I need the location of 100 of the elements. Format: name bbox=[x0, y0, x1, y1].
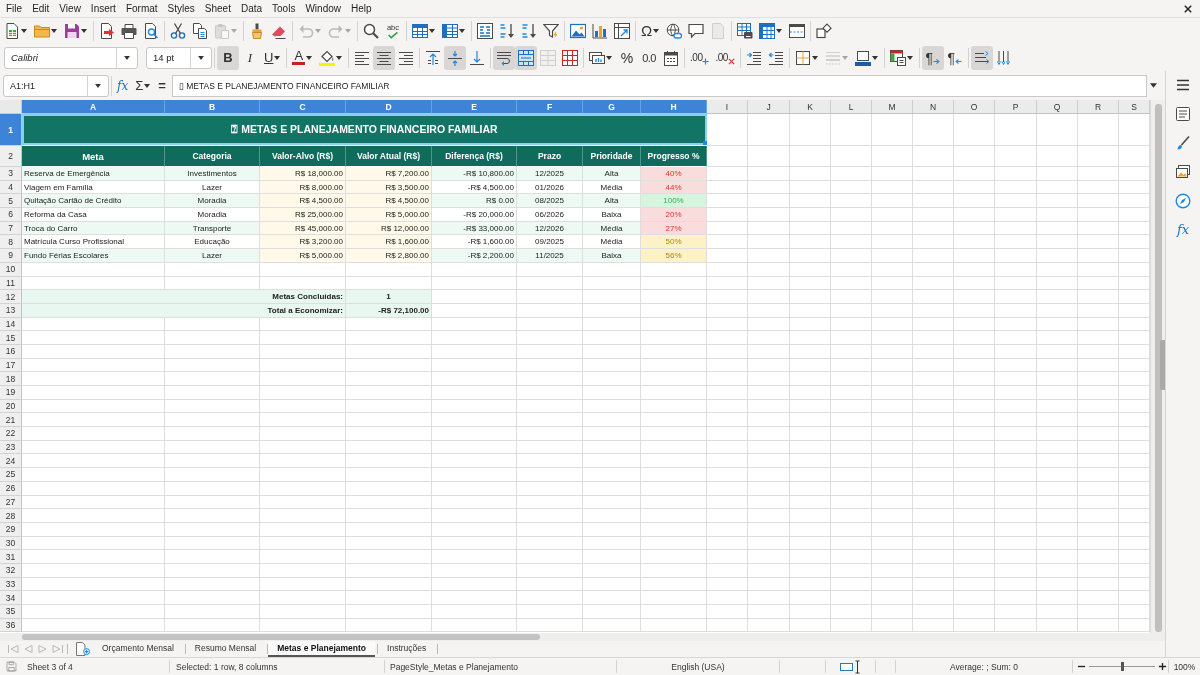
column-header[interactable]: A bbox=[22, 100, 165, 114]
row-header[interactable]: 18 bbox=[0, 372, 22, 386]
scrollbar-thumb[interactable] bbox=[22, 634, 540, 640]
arrow-left-icon bbox=[955, 57, 963, 65]
row-header[interactable]: 15 bbox=[0, 331, 22, 345]
menu-item[interactable]: Sheet bbox=[199, 1, 236, 16]
row-header[interactable]: 19 bbox=[0, 386, 22, 400]
column-header[interactable]: G bbox=[583, 100, 641, 114]
row-header[interactable]: 12 bbox=[0, 290, 22, 304]
column-header[interactable]: J bbox=[748, 100, 790, 114]
menu-item[interactable]: Format bbox=[120, 1, 163, 16]
text-direction-button[interactable] bbox=[970, 45, 993, 70]
name-box-field[interactable]: A1:H1 bbox=[3, 74, 109, 97]
right-to-left-button[interactable]: ¶ bbox=[943, 45, 966, 70]
function-wizard-button[interactable]: fx bbox=[114, 74, 133, 97]
percent-button[interactable]: % bbox=[616, 45, 639, 70]
add-decimal-button[interactable]: .00 bbox=[687, 45, 713, 70]
column-header[interactable]: K bbox=[790, 100, 831, 114]
font-name-field[interactable]: Calibri bbox=[4, 46, 138, 69]
properties-icon[interactable] bbox=[1175, 106, 1191, 122]
functions-button[interactable]: fx bbox=[1176, 222, 1190, 238]
left-to-right-button[interactable]: ¶ bbox=[921, 45, 944, 70]
column-header[interactable]: L bbox=[831, 100, 872, 114]
row-header[interactable]: 8 bbox=[0, 235, 22, 250]
plus-icon bbox=[702, 57, 710, 65]
caret-icon bbox=[274, 55, 281, 60]
italic-button[interactable]: I bbox=[239, 45, 261, 70]
sheet-tab[interactable]: Resumo Mensal bbox=[185, 641, 266, 657]
table-cell: Investimentos bbox=[165, 167, 260, 181]
column-header[interactable]: D bbox=[346, 100, 432, 114]
slider-thumb[interactable] bbox=[1121, 662, 1124, 671]
sheet-tab[interactable]: Orçamento Mensal bbox=[93, 641, 183, 657]
delete-decimal-button[interactable]: .00 bbox=[712, 45, 738, 70]
row-header[interactable]: 22 bbox=[0, 427, 22, 441]
column-header[interactable]: R bbox=[1078, 100, 1119, 114]
menu-item[interactable]: Window bbox=[300, 1, 346, 16]
menu-item[interactable]: Tools bbox=[267, 1, 301, 16]
column-header[interactable]: N bbox=[913, 100, 954, 114]
row-header[interactable]: 21 bbox=[0, 413, 22, 428]
caret-icon[interactable] bbox=[1150, 83, 1157, 88]
column-header[interactable]: Q bbox=[1037, 100, 1078, 114]
row-header[interactable]: 9 bbox=[0, 249, 22, 263]
font-size-field[interactable]: 14 pt bbox=[146, 46, 212, 69]
column-header[interactable]: O bbox=[954, 100, 995, 114]
table-printer-icon bbox=[737, 23, 754, 39]
close-icon[interactable] bbox=[1184, 4, 1192, 13]
align-center-button[interactable] bbox=[373, 45, 396, 70]
page-plus-icon[interactable] bbox=[74, 642, 90, 656]
sheet-tab[interactable]: Instruções bbox=[378, 641, 436, 657]
page-icon bbox=[710, 23, 727, 39]
formula-input-field[interactable]: ▯ METAS E PLANEJAMENTO FINANCEIRO FAMILIAR bbox=[171, 74, 1147, 97]
row-header[interactable]: 25 bbox=[0, 468, 22, 482]
undo-icon bbox=[298, 23, 314, 39]
gallery-icon[interactable] bbox=[1175, 164, 1191, 180]
underline-button[interactable]: U bbox=[261, 45, 285, 70]
plus-icon[interactable] bbox=[1158, 662, 1167, 671]
column-header[interactable]: C bbox=[260, 100, 346, 114]
paintbrush-icon[interactable] bbox=[1175, 135, 1191, 151]
menu-item[interactable]: Styles bbox=[162, 1, 200, 16]
column-header[interactable]: B bbox=[165, 100, 260, 114]
font-color-button[interactable]: A bbox=[289, 45, 317, 70]
sum-button[interactable]: Σ bbox=[132, 74, 155, 97]
row-header[interactable]: 34 bbox=[0, 591, 22, 605]
row-header[interactable]: 2 bbox=[0, 146, 22, 167]
align-middle-button[interactable] bbox=[444, 45, 467, 70]
number-format-button[interactable]: 0.0 bbox=[638, 45, 661, 70]
menu-icon[interactable] bbox=[1175, 77, 1191, 93]
scrollbar-thumb[interactable] bbox=[1154, 104, 1162, 632]
sidebar-collapse-handle[interactable] bbox=[1160, 340, 1165, 390]
wrap-text-button[interactable] bbox=[493, 45, 516, 70]
menu-item[interactable]: Insert bbox=[85, 1, 121, 16]
menu-item[interactable]: Data bbox=[235, 1, 268, 16]
row-header[interactable]: 6 bbox=[0, 208, 22, 222]
column-header[interactable]: E bbox=[432, 100, 517, 114]
compass-icon[interactable] bbox=[1175, 193, 1191, 209]
menu-item[interactable]: File bbox=[1, 1, 28, 16]
menu-item[interactable]: Help bbox=[346, 1, 377, 16]
title-cell[interactable]: ⍰ METAS E PLANEJAMENTO FINANCEIRO FAMILIAR bbox=[22, 114, 707, 146]
horizontal-scrollbar[interactable] bbox=[0, 633, 1165, 641]
column-header[interactable]: H bbox=[641, 100, 707, 114]
bold-button[interactable]: B bbox=[217, 45, 239, 70]
row-header[interactable]: 31 bbox=[0, 550, 22, 564]
row-header[interactable]: 28 bbox=[0, 509, 22, 523]
special-character-button[interactable]: Ω bbox=[638, 19, 664, 43]
sheet-tab[interactable]: Metas e Planejamento bbox=[268, 641, 376, 657]
menu-item[interactable]: View bbox=[54, 1, 86, 16]
column-header[interactable]: F bbox=[517, 100, 583, 114]
row-header[interactable]: 24 bbox=[0, 454, 22, 469]
merge-center-button[interactable] bbox=[515, 45, 538, 70]
row-header[interactable]: 35 bbox=[0, 605, 22, 619]
formula-button[interactable]: = bbox=[154, 74, 170, 97]
column-header[interactable]: I bbox=[707, 100, 748, 114]
column-header[interactable]: M bbox=[872, 100, 913, 114]
row-header[interactable]: 1 bbox=[0, 114, 22, 146]
column-header[interactable]: S bbox=[1119, 100, 1150, 114]
vertical-scrollbar[interactable] bbox=[1150, 100, 1165, 633]
row-header[interactable]: 5 bbox=[0, 194, 22, 209]
menu-item[interactable]: Edit bbox=[27, 1, 55, 16]
row-header[interactable]: 3 bbox=[0, 167, 22, 181]
column-header[interactable]: P bbox=[995, 100, 1037, 114]
